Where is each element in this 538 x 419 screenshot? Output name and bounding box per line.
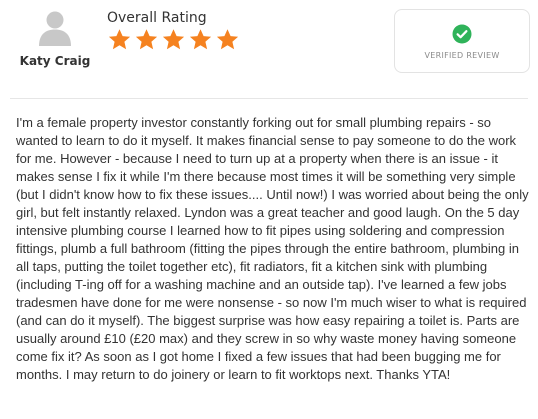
star-icon (189, 29, 212, 50)
reviewer-info: Katy Craig (10, 10, 100, 68)
review-header: Katy Craig Overall Rating VERIFIED REVIE… (0, 0, 538, 92)
verified-review-badge: VERIFIED REVIEW (394, 9, 530, 73)
star-icon (162, 29, 185, 50)
star-icon (135, 29, 158, 50)
check-circle-icon (452, 24, 472, 44)
review-text: I'm a female property investor constantl… (16, 115, 529, 382)
reviewer-name: Katy Craig (19, 54, 91, 68)
verified-review-label: VERIFIED REVIEW (424, 51, 500, 60)
rating-label: Overall Rating (107, 10, 207, 26)
divider (10, 98, 528, 99)
user-silhouette-icon (35, 10, 75, 46)
overall-rating: Overall Rating (107, 10, 240, 52)
star-icon (108, 29, 131, 50)
star-rating (107, 28, 240, 52)
star-icon (216, 29, 239, 50)
